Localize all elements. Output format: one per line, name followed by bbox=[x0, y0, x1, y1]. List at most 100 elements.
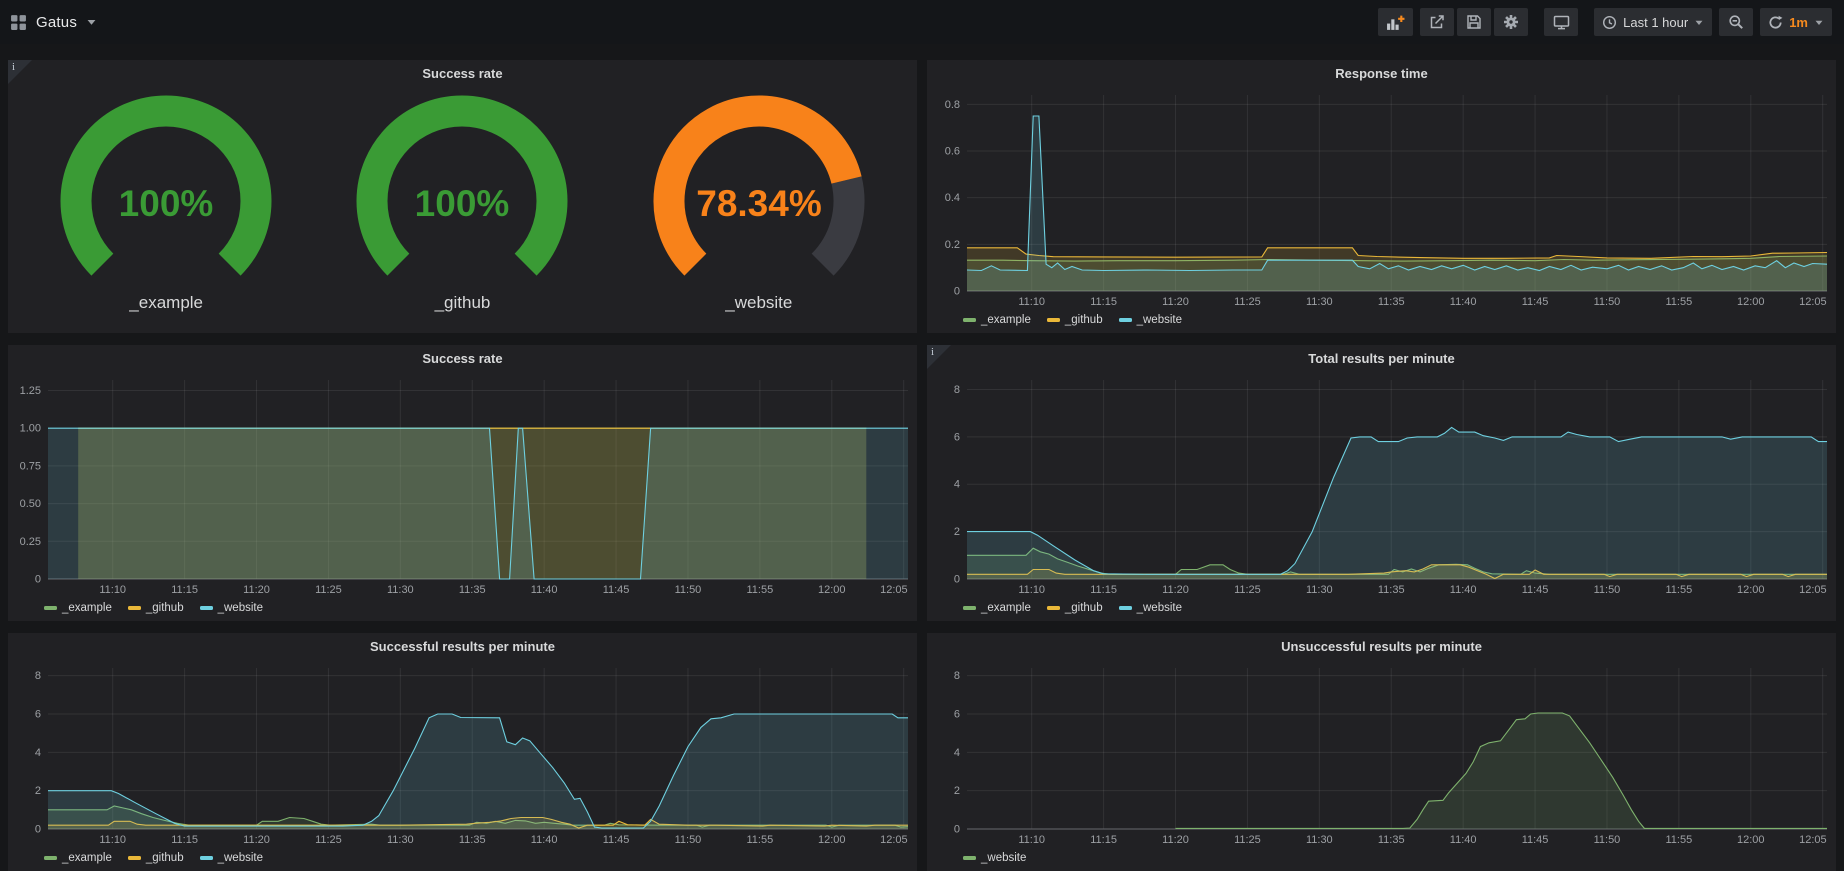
svg-text:0: 0 bbox=[954, 286, 960, 298]
legend-item-_example[interactable]: _example bbox=[44, 602, 112, 614]
svg-text:12:00: 12:00 bbox=[1737, 584, 1765, 596]
svg-text:8: 8 bbox=[954, 384, 960, 396]
legend-swatch bbox=[128, 856, 141, 860]
panel-success-rate-graph: Success rate 11:1011:1511:2011:2511:3011… bbox=[8, 345, 917, 621]
legend-item-_example[interactable]: _example bbox=[963, 314, 1031, 326]
panel-title[interactable]: Unsuccessful results per minute bbox=[927, 633, 1836, 660]
svg-text:11:30: 11:30 bbox=[387, 584, 414, 596]
svg-text:0.25: 0.25 bbox=[20, 536, 41, 548]
unsuccessful-results-chart[interactable]: 11:1011:1511:2011:2511:3011:3511:4011:45… bbox=[927, 660, 1836, 849]
settings-gear-icon[interactable] bbox=[1494, 8, 1528, 36]
panel-total-results: i Total results per minute 11:1011:1511:… bbox=[927, 345, 1836, 621]
zoom-out-button[interactable] bbox=[1719, 8, 1753, 36]
panel-info-icon[interactable]: i bbox=[927, 345, 951, 369]
legend-item-_github[interactable]: _github bbox=[1047, 602, 1103, 614]
response-time-chart[interactable]: 11:1011:1511:2011:2511:3011:3511:4011:45… bbox=[927, 87, 1836, 311]
svg-text:0: 0 bbox=[954, 574, 960, 586]
svg-text:6: 6 bbox=[954, 709, 960, 721]
total-results-chart[interactable]: 11:1011:1511:2011:2511:3011:3511:4011:45… bbox=[927, 372, 1836, 599]
svg-text:11:55: 11:55 bbox=[1666, 834, 1693, 846]
panel-info-icon[interactable]: i bbox=[8, 60, 32, 84]
svg-text:11:45: 11:45 bbox=[603, 834, 630, 846]
svg-text:2: 2 bbox=[954, 785, 960, 797]
gauge-value: 78.34% bbox=[696, 183, 822, 224]
gauge-arc: 100% bbox=[36, 89, 296, 291]
svg-text:11:25: 11:25 bbox=[1234, 584, 1261, 596]
svg-text:11:45: 11:45 bbox=[1522, 296, 1549, 308]
svg-text:11:55: 11:55 bbox=[1666, 584, 1693, 596]
success-rate-chart[interactable]: 11:1011:1511:2011:2511:3011:3511:4011:45… bbox=[8, 372, 917, 599]
panel-unsuccessful-results: Unsuccessful results per minute 11:10 11:… bbox=[927, 633, 1836, 871]
svg-text:11:30: 11:30 bbox=[1306, 834, 1333, 846]
svg-text:11:30: 11:30 bbox=[1306, 584, 1333, 596]
svg-text:2: 2 bbox=[954, 526, 960, 538]
chevron-down-icon[interactable] bbox=[86, 18, 97, 26]
clock-icon bbox=[1602, 15, 1617, 30]
svg-text:0: 0 bbox=[954, 824, 960, 836]
svg-text:11:50: 11:50 bbox=[675, 584, 702, 596]
svg-text:11:50: 11:50 bbox=[1594, 296, 1621, 308]
svg-text:11:35: 11:35 bbox=[459, 834, 486, 846]
svg-text:11:15: 11:15 bbox=[1090, 834, 1117, 846]
svg-text:4: 4 bbox=[954, 479, 960, 491]
legend-item-_website[interactable]: _website bbox=[200, 852, 263, 864]
legend-item-_github[interactable]: _github bbox=[128, 852, 184, 864]
svg-text:6: 6 bbox=[954, 431, 960, 443]
panel-title[interactable]: Total results per minute bbox=[927, 345, 1836, 372]
svg-text:11:25: 11:25 bbox=[1234, 834, 1261, 846]
svg-text:12:00: 12:00 bbox=[1737, 296, 1765, 308]
dashboard-title[interactable]: Gatus bbox=[36, 14, 77, 31]
legend-label: _github bbox=[1065, 314, 1103, 326]
svg-text:11:20: 11:20 bbox=[1162, 584, 1189, 596]
svg-text:11:10: 11:10 bbox=[99, 584, 126, 596]
successful-results-chart[interactable]: 11:1011:1511:2011:2511:3011:3511:4011:45… bbox=[8, 660, 917, 849]
svg-text:12:05: 12:05 bbox=[880, 584, 908, 596]
svg-text:11:15: 11:15 bbox=[171, 834, 198, 846]
svg-text:12:00: 12:00 bbox=[1737, 834, 1765, 846]
svg-text:11:25: 11:25 bbox=[315, 584, 342, 596]
tv-mode-button[interactable] bbox=[1544, 8, 1578, 36]
add-panel-button[interactable] bbox=[1378, 8, 1413, 36]
legend-item-_example[interactable]: _example bbox=[963, 602, 1031, 614]
legend-swatch bbox=[44, 606, 57, 610]
svg-text:0: 0 bbox=[35, 824, 41, 836]
svg-text:8: 8 bbox=[954, 670, 960, 682]
legend-item-_github[interactable]: _github bbox=[128, 602, 184, 614]
svg-text:11:20: 11:20 bbox=[243, 834, 270, 846]
legend-label: _github bbox=[146, 602, 184, 614]
svg-text:11:20: 11:20 bbox=[1162, 834, 1189, 846]
panel-title[interactable]: Response time bbox=[927, 60, 1836, 87]
panel-title[interactable]: Success rate bbox=[8, 60, 917, 87]
legend-label: _website bbox=[218, 602, 263, 614]
svg-text:11:55: 11:55 bbox=[747, 834, 774, 846]
legend-item-_github[interactable]: _github bbox=[1047, 314, 1103, 326]
share-button[interactable] bbox=[1420, 8, 1454, 36]
svg-text:11:10: 11:10 bbox=[1018, 834, 1045, 846]
legend-label: _example bbox=[981, 602, 1031, 614]
legend-item-_example[interactable]: _example bbox=[44, 852, 112, 864]
svg-text:11:20: 11:20 bbox=[1162, 296, 1189, 308]
dashboards-grid-icon[interactable] bbox=[10, 14, 27, 31]
refresh-picker[interactable]: 1m bbox=[1760, 8, 1832, 36]
svg-text:0.50: 0.50 bbox=[20, 498, 41, 510]
save-button[interactable] bbox=[1457, 8, 1491, 36]
legend-swatch bbox=[1119, 318, 1132, 322]
chart-legend: _example _github _website bbox=[927, 599, 1836, 621]
legend-label: _github bbox=[146, 852, 184, 864]
time-range-picker[interactable]: Last 1 hour bbox=[1594, 8, 1712, 36]
svg-text:11:40: 11:40 bbox=[1450, 296, 1477, 308]
legend-item-_website[interactable]: _website bbox=[963, 852, 1026, 864]
panel-title[interactable]: Successful results per minute bbox=[8, 633, 917, 660]
gauge-_website: 78.34%_website bbox=[611, 89, 907, 333]
svg-text:0.75: 0.75 bbox=[20, 460, 41, 472]
legend-item-_website[interactable]: _website bbox=[1119, 602, 1182, 614]
svg-text:11:45: 11:45 bbox=[1522, 834, 1549, 846]
legend-item-_website[interactable]: _website bbox=[1119, 314, 1182, 326]
svg-text:0.2: 0.2 bbox=[945, 239, 960, 251]
svg-text:0.8: 0.8 bbox=[945, 99, 960, 111]
svg-text:12:05: 12:05 bbox=[1799, 296, 1827, 308]
legend-item-_website[interactable]: _website bbox=[200, 602, 263, 614]
panel-title[interactable]: Success rate bbox=[8, 345, 917, 372]
chart-legend: _example _github _website bbox=[8, 599, 917, 621]
refresh-interval-label: 1m bbox=[1789, 15, 1808, 30]
